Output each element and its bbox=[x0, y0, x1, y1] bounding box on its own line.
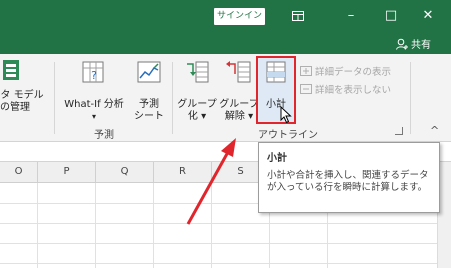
person-icon bbox=[396, 38, 408, 50]
what-if-label: What-If 分析 bbox=[64, 99, 124, 110]
show-detail-button[interactable]: 詳細データの表示 bbox=[300, 64, 391, 78]
column-header-o[interactable]: O bbox=[0, 162, 38, 183]
forecast-sheet-label-1: 予測 bbox=[139, 99, 159, 110]
tooltip-body: 小計や合計を挿入し、関連するデータが入っている行を瞬時に計算します。 bbox=[267, 170, 429, 193]
column-gridline bbox=[211, 183, 212, 268]
what-if-analysis-button[interactable]: ? What-If 分析 ▾ bbox=[58, 58, 130, 123]
mouse-cursor-icon bbox=[280, 106, 292, 124]
close-button[interactable]: ✕ bbox=[410, 0, 446, 32]
show-detail-icon bbox=[300, 66, 312, 76]
title-bar: サインイン – □ ✕ bbox=[0, 0, 451, 32]
subtotal-button[interactable]: 小計 bbox=[258, 58, 294, 111]
column-header-r[interactable]: R bbox=[154, 162, 212, 183]
row-gridline bbox=[0, 263, 451, 264]
show-detail-label: 詳細データの表示 bbox=[315, 67, 392, 78]
outline-group-label: アウトライン bbox=[258, 130, 318, 141]
subtotal-icon bbox=[266, 61, 286, 83]
forecast-group-label: 予測 bbox=[94, 130, 114, 141]
hide-detail-label: 詳細を表示しない bbox=[315, 85, 392, 96]
what-if-icon: ? bbox=[82, 61, 104, 83]
ribbon: タ モデル の管理 ? What-If 分析 ▾ 予測 シート 予測 グループ … bbox=[0, 54, 451, 142]
column-gridline bbox=[37, 183, 38, 268]
column-gridline bbox=[95, 183, 96, 268]
minimize-button[interactable]: – bbox=[333, 0, 369, 32]
ribbon-display-options-icon bbox=[292, 10, 304, 21]
group-label-1: グループ bbox=[177, 99, 217, 110]
column-header-q[interactable]: Q bbox=[96, 162, 154, 183]
maximize-button[interactable]: □ bbox=[373, 0, 409, 32]
share-label: 共有 bbox=[411, 40, 431, 51]
hide-detail-button[interactable]: 詳細を表示しない bbox=[300, 82, 391, 96]
tooltip-title: 小計 bbox=[267, 153, 287, 164]
ungroup-button[interactable]: グループ 解除 ▾ bbox=[218, 58, 260, 123]
outline-dialog-launcher-icon[interactable] bbox=[395, 127, 403, 135]
forecast-sheet-button[interactable]: 予測 シート bbox=[132, 58, 166, 123]
group-separator bbox=[172, 62, 173, 134]
column-header-p[interactable]: P bbox=[38, 162, 96, 183]
signin-button[interactable]: サインイン bbox=[214, 8, 265, 25]
share-button[interactable]: 共有 bbox=[396, 36, 431, 51]
group-separator bbox=[410, 62, 411, 134]
ungroup-rows-icon bbox=[226, 61, 251, 83]
data-model-label-2: の管理 bbox=[0, 102, 30, 113]
forecast-chart-icon bbox=[137, 61, 161, 83]
column-gridline bbox=[153, 183, 154, 268]
subtotal-tooltip: 小計 小計や合計を挿入し、関連するデータが入っている行を瞬時に計算します。 bbox=[258, 142, 440, 213]
forecast-sheet-label-2: シート bbox=[134, 111, 164, 122]
group-rows-icon bbox=[187, 61, 209, 83]
data-model-icon bbox=[3, 60, 19, 80]
ungroup-label-2: 解除 ▾ bbox=[224, 111, 254, 122]
row-gridline bbox=[0, 243, 451, 244]
ribbon-display-options-button[interactable] bbox=[280, 0, 316, 32]
svg-text:?: ? bbox=[91, 69, 97, 82]
group-separator bbox=[54, 62, 55, 134]
manage-data-model-button[interactable]: タ モデル の管理 bbox=[0, 58, 50, 114]
ungroup-label-1: グループ bbox=[219, 99, 259, 110]
what-if-dropdown-icon: ▾ bbox=[91, 112, 96, 121]
row-gridline bbox=[0, 223, 451, 224]
data-model-label-1: タ モデル bbox=[0, 90, 44, 101]
group-label-2: 化 ▾ bbox=[187, 111, 207, 122]
collapse-ribbon-button[interactable]: ^ bbox=[430, 124, 439, 137]
hide-detail-icon bbox=[300, 84, 312, 94]
group-button[interactable]: グループ 化 ▾ bbox=[176, 58, 218, 123]
ribbon-tab-strip: 共有 bbox=[0, 32, 451, 54]
